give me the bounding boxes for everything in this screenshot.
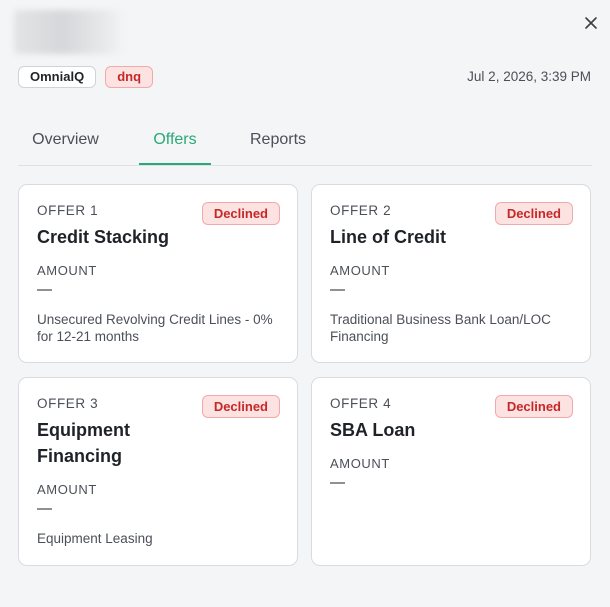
declined-badge: Declined <box>494 395 573 418</box>
offer-title: Credit Stacking <box>37 227 170 247</box>
offer-card[interactable]: OFFER 4 Declined SBA Loan AMOUNT — <box>311 377 591 566</box>
offer-number: OFFER 4 <box>330 396 392 411</box>
amount-label: AMOUNT <box>330 456 390 471</box>
offer-title: SBA Loan <box>330 420 416 440</box>
offer-description: Unsecured Revolving Credit Lines - 0% fo… <box>37 312 273 344</box>
offer-number: OFFER 2 <box>330 203 392 218</box>
declined-badge: Declined <box>201 395 280 418</box>
offer-description: Equipment Leasing <box>37 531 153 546</box>
tab-offers[interactable]: Offers <box>139 118 211 165</box>
timestamp: Jul 2, 2026, 3:39 PM <box>467 69 591 84</box>
amount-value: — <box>37 500 52 517</box>
close-button[interactable] <box>580 12 602 34</box>
declined-badge: Declined <box>494 202 573 225</box>
offer-number: OFFER 3 <box>37 396 99 411</box>
status-tag: dnq <box>105 66 154 88</box>
close-icon <box>585 17 597 29</box>
blurred-customer-name <box>14 10 122 54</box>
offer-title: Equipment Financing <box>37 420 130 466</box>
amount-value: — <box>330 474 345 491</box>
amount-value: — <box>330 281 345 298</box>
offer-description: Traditional Business Bank Loan/LOC Finan… <box>330 312 551 344</box>
amount-label: AMOUNT <box>37 482 97 497</box>
declined-badge: Declined <box>201 202 280 225</box>
offer-number: OFFER 1 <box>37 203 99 218</box>
tab-bar: Overview Offers Reports <box>18 118 592 166</box>
offer-card[interactable]: OFFER 1 Declined Credit Stacking AMOUNT … <box>18 184 298 363</box>
amount-label: AMOUNT <box>330 263 390 278</box>
source-tag: OmnialQ <box>18 66 97 88</box>
offer-title: Line of Credit <box>330 227 446 247</box>
offer-card[interactable]: OFFER 2 Declined Line of Credit AMOUNT —… <box>311 184 591 363</box>
amount-label: AMOUNT <box>37 263 97 278</box>
offer-detail-panel: OmnialQ dnq Jul 2, 2026, 3:39 PM Overvie… <box>0 0 610 607</box>
tab-overview[interactable]: Overview <box>18 118 113 165</box>
amount-value: — <box>37 281 52 298</box>
tag-list: OmnialQ dnq <box>18 66 154 88</box>
offer-card[interactable]: OFFER 3 Declined Equipment Financing AMO… <box>18 377 298 566</box>
tab-reports[interactable]: Reports <box>237 118 319 165</box>
